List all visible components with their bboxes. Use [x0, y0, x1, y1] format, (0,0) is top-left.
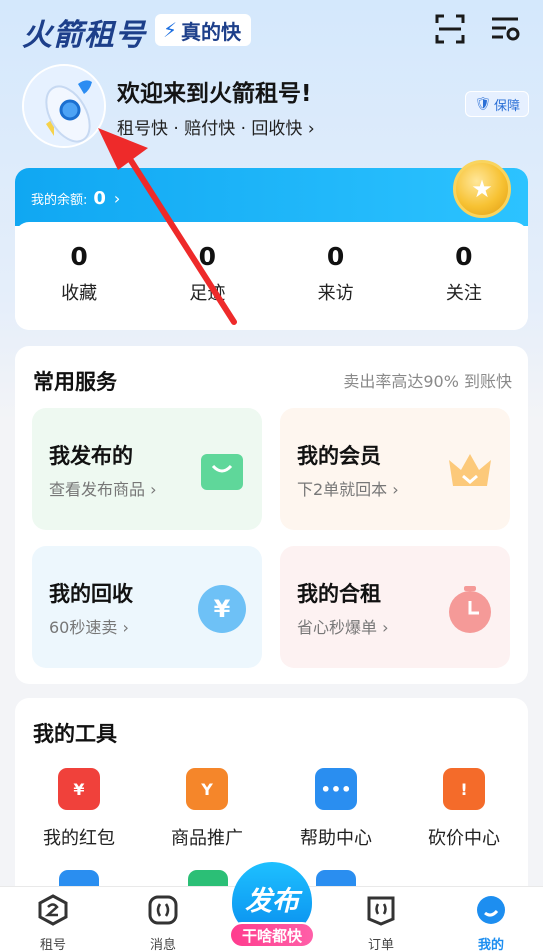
tool-help-center[interactable]: ••• 帮助中心 [272, 768, 400, 850]
app-brand-title: 火箭租号 [22, 18, 146, 53]
service-my-membership[interactable]: 我的会员 下2单就回本 › [280, 408, 510, 530]
balance-label: 我的余额: [31, 193, 88, 208]
stat-label: 足迹 [189, 283, 226, 304]
guarantee-badge[interactable]: 🛡 保障 [465, 91, 529, 117]
service-desc: 省心秒爆单 › [297, 618, 389, 637]
balance-amount: 0 [93, 188, 106, 209]
stat-value: 0 [326, 242, 345, 271]
profile-subtitle-link[interactable]: 租号快 · 赔付快 · 回收快 › [117, 114, 315, 139]
tab-mine[interactable]: 我的 [446, 887, 536, 951]
stat-label: 收藏 [61, 283, 98, 304]
message-icon [148, 895, 178, 925]
services-title: 常用服务 [33, 370, 117, 394]
stat-following[interactable]: 0 关注 [400, 222, 528, 330]
service-desc: 60秒速卖 › [49, 618, 129, 637]
chevron-right-icon: › [113, 189, 121, 208]
service-my-published[interactable]: 我发布的 查看发布商品 › [32, 408, 262, 530]
stat-favorites[interactable]: 0 收藏 [15, 222, 143, 330]
tools-title: 我的工具 [33, 722, 117, 746]
tool-promotion[interactable]: Y 商品推广 [143, 768, 271, 850]
stopwatch-icon [449, 586, 491, 633]
guarantee-label: 保障 [493, 98, 520, 114]
stat-value: 0 [70, 242, 88, 271]
bargain-icon: ! [443, 768, 485, 810]
stat-visitors[interactable]: 0 来访 [272, 222, 400, 330]
tab-rent[interactable]: 租号 [8, 887, 98, 951]
svg-text:¥: ¥ [214, 595, 231, 623]
red-packet-icon: ¥ [58, 768, 100, 810]
top-header: 火箭租号 ⚡ 真的快 [0, 0, 543, 60]
fast-badge: ⚡ 真的快 [155, 14, 252, 46]
tab-messages[interactable]: 消息 [118, 887, 208, 951]
yen-coin-icon: ¥ [198, 585, 246, 633]
balance-bar[interactable]: 我的余额: 0 › [15, 168, 528, 226]
chat-help-icon: ••• [315, 768, 357, 810]
stats-row: 0 收藏 0 足迹 0 来访 0 关注 [15, 222, 528, 330]
rent-icon [38, 894, 68, 926]
lightning-icon: ⚡ [163, 18, 178, 42]
welcome-text: 欢迎来到火箭租号! [117, 81, 312, 107]
tab-orders[interactable]: 订单 [336, 887, 426, 951]
tab-label: 订单 [367, 938, 394, 951]
service-desc: 下2单就回本 › [297, 480, 399, 499]
crown-icon [449, 454, 491, 486]
publish-tag: 干啥都快 [229, 922, 315, 948]
tab-label: 消息 [149, 938, 176, 951]
services-subtitle: 卖出率高达90% 到账快 [343, 372, 512, 391]
service-desc: 查看发布商品 › [49, 480, 157, 499]
tool-red-packet[interactable]: ¥ 我的红包 [15, 768, 143, 850]
service-title: 我发布的 [49, 444, 133, 468]
tool-label: 帮助中心 [300, 828, 372, 849]
tab-label: 我的 [477, 938, 504, 951]
profile-section: 欢迎来到火箭租号! 租号快 · 赔付快 · 回收快 › 🛡 保障 [0, 60, 543, 160]
tool-label: 商品推广 [171, 828, 243, 849]
stat-value: 0 [455, 242, 473, 271]
order-icon [367, 896, 395, 926]
rocket-avatar-icon [24, 66, 104, 146]
profile-subtitle-text: 租号快 · 赔付快 · 回收快 [117, 119, 303, 139]
shield-icon: 🛡 [474, 96, 491, 112]
fast-badge-label: 真的快 [181, 19, 242, 44]
avatar[interactable] [22, 64, 106, 148]
service-my-recycle[interactable]: 我的回收 60秒速卖 › ¥ [32, 546, 262, 668]
tool-bargain-center[interactable]: ! 砍价中心 [400, 768, 528, 850]
promotion-icon: Y [186, 768, 228, 810]
bag-icon [201, 454, 243, 490]
stat-label: 来访 [317, 283, 354, 304]
tab-label: 租号 [39, 938, 66, 951]
tool-label: 砍价中心 [428, 828, 500, 849]
chevron-right-icon: › [307, 119, 315, 139]
stat-footprints[interactable]: 0 足迹 [143, 222, 271, 330]
mine-icon [477, 896, 505, 924]
service-title: 我的会员 [297, 444, 381, 468]
gold-coin-icon: ★ [453, 160, 511, 218]
balance-card: 我的余额: 0 › 0 收藏 0 足迹 0 来访 0 关注 [15, 168, 528, 330]
service-title: 我的回收 [49, 582, 133, 606]
tool-label: 我的红包 [43, 828, 115, 849]
publish-button[interactable]: 发布 干啥都快 [229, 862, 315, 950]
services-section: 常用服务 卖出率高达90% 到账快 我发布的 查看发布商品 › 我的会员 下2单… [15, 346, 528, 684]
stat-label: 关注 [445, 283, 482, 304]
service-title: 我的合租 [297, 582, 381, 606]
settings-icon[interactable] [489, 12, 523, 46]
stat-value: 0 [198, 242, 217, 271]
scan-icon[interactable] [433, 12, 467, 46]
service-my-shared-rent[interactable]: 我的合租 省心秒爆单 › [280, 546, 510, 668]
